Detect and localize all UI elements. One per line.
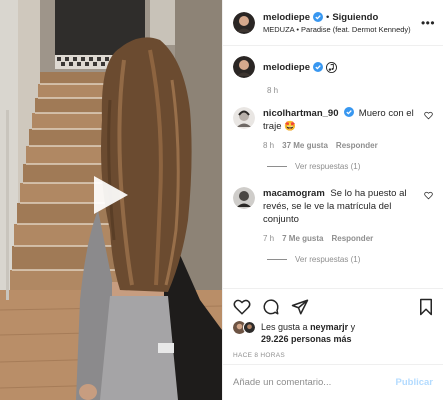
reply-button[interactable]: Responder: [331, 234, 373, 243]
post-modal: melodiepe • Siguiendo MEDUZA • Paradise …: [0, 0, 443, 400]
verified-badge-icon: [313, 62, 323, 72]
heart-icon: [233, 299, 251, 315]
view-replies-label: Ver respuestas (1): [295, 162, 361, 171]
video-player[interactable]: [0, 0, 222, 400]
comment-username[interactable]: macamogram: [263, 188, 325, 199]
action-icons-row: [223, 289, 443, 319]
more-options-button[interactable]: •••: [421, 16, 435, 30]
post-side-panel: melodiepe • Siguiendo MEDUZA • Paradise …: [222, 0, 443, 400]
replies-divider: [267, 166, 287, 167]
play-button[interactable]: [86, 172, 132, 218]
music-note-icon: [326, 61, 337, 73]
liker-username[interactable]: neymarjr: [310, 322, 348, 332]
heart-icon[interactable]: [424, 191, 433, 200]
comments-list[interactable]: melodiepe 8 h nicolhartman_90 Muero con …: [223, 46, 443, 286]
comment-likes-count[interactable]: 37 Me gusta: [282, 141, 328, 150]
comment-input[interactable]: [233, 377, 396, 388]
comment-item: macamogram Se lo ha puesto al revés, se …: [233, 187, 435, 243]
following-button[interactable]: Siguiendo: [332, 12, 378, 23]
commenter-avatar[interactable]: [233, 107, 255, 129]
likers-avatars: [233, 321, 257, 335]
comment-composer: Publicar: [223, 364, 443, 400]
likes-prefix: Les gusta a: [261, 322, 308, 332]
heart-icon[interactable]: [424, 111, 433, 120]
bookmark-icon: [420, 298, 432, 316]
post-age: HACE 8 HORAS: [233, 352, 286, 359]
comment-timestamp: 7 h: [263, 234, 275, 243]
verified-badge-icon: [313, 12, 323, 22]
caption-username[interactable]: melodiepe: [263, 62, 310, 73]
author-username[interactable]: melodiepe: [263, 12, 310, 23]
comment-item: nicolhartman_90 Muero con el traje 🤩 8 h…: [233, 107, 435, 150]
comment-icon: [263, 299, 279, 315]
view-replies-button[interactable]: Ver respuestas (1): [267, 162, 435, 171]
post-comment-button[interactable]: Publicar: [396, 377, 434, 388]
likes-conjunction: y: [350, 322, 356, 332]
audio-track-link[interactable]: MEDUZA • Paradise (feat. Dermot Kennedy): [263, 25, 421, 34]
save-button[interactable]: [417, 298, 435, 316]
like-button[interactable]: [233, 298, 251, 316]
share-button[interactable]: [291, 298, 309, 316]
reply-button[interactable]: Responder: [336, 141, 378, 150]
replies-divider: [267, 259, 287, 260]
comment-timestamp: 8 h: [263, 141, 275, 150]
verified-badge-icon: [344, 107, 355, 117]
view-replies-label: Ver respuestas (1): [295, 255, 361, 264]
post-actions: Les gusta a neymarjr y 29.226 personas m…: [223, 288, 443, 400]
comment-button[interactable]: [262, 298, 280, 316]
caption: melodiepe: [233, 56, 435, 78]
comment-username[interactable]: nicolhartman_90: [263, 108, 339, 119]
likes-count[interactable]: 29.226 personas más: [261, 334, 352, 344]
author-avatar[interactable]: [233, 11, 255, 34]
comment-likes-count[interactable]: 7 Me gusta: [282, 234, 323, 243]
post-header: melodiepe • Siguiendo MEDUZA • Paradise …: [223, 0, 443, 46]
separator-dot: •: [326, 11, 330, 23]
caption-timestamp: 8 h: [267, 86, 279, 95]
caption-avatar[interactable]: [233, 56, 255, 78]
share-icon: [291, 299, 309, 315]
play-icon: [94, 176, 128, 214]
view-replies-button[interactable]: Ver respuestas (1): [267, 255, 435, 264]
commenter-avatar[interactable]: [233, 187, 255, 209]
likes-text: Les gusta a neymarjr y 29.226 personas m…: [261, 321, 355, 345]
likes-summary: Les gusta a neymarjr y 29.226 personas m…: [223, 319, 443, 345]
